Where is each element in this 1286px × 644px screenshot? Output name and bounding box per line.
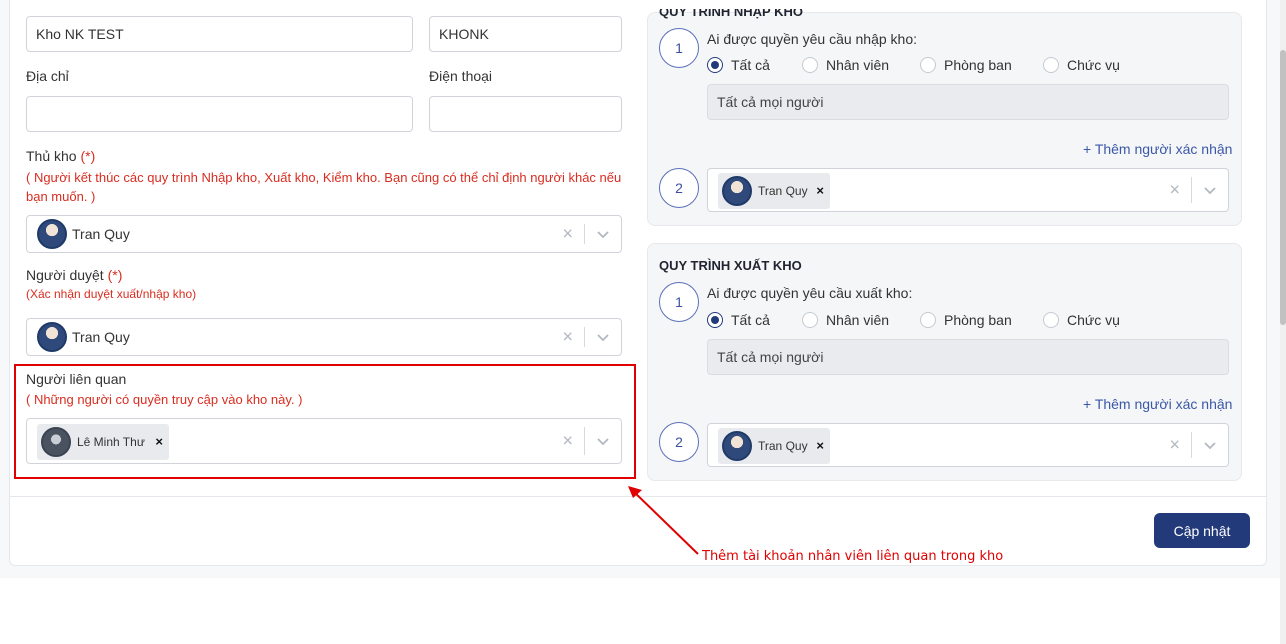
- import-step1-question: Ai được quyền yêu cầu nhập kho:: [707, 31, 918, 47]
- related-hint: ( Những người có quyền truy cập vào kho …: [26, 392, 303, 407]
- radio: [802, 312, 818, 328]
- option-label: Tất cả: [731, 312, 770, 328]
- close-icon[interactable]: ×: [562, 224, 573, 245]
- import-option-position[interactable]: Chức vụ: [1043, 57, 1120, 73]
- warehouse-name-input[interactable]: Kho NK TEST: [26, 16, 413, 52]
- phone-input[interactable]: [429, 96, 622, 132]
- import-confirmer-select[interactable]: Tran Quy × ×: [707, 168, 1229, 212]
- radio: [1043, 57, 1059, 73]
- radio: [920, 312, 936, 328]
- import-readonly-field: Tất cả mọi người: [707, 84, 1229, 120]
- update-button[interactable]: Cập nhật: [1154, 513, 1250, 548]
- export-step-2: 2: [659, 422, 699, 462]
- export-option-all[interactable]: Tất cả: [707, 312, 770, 328]
- chevron-down-icon[interactable]: [595, 226, 611, 242]
- keeper-hint: ( Người kết thúc các quy trình Nhập kho,…: [26, 170, 622, 204]
- export-readonly-field: Tất cả mọi người: [707, 339, 1229, 375]
- approver-label: Người duyệt (*): [26, 267, 122, 283]
- option-label: Tất cả: [731, 57, 770, 73]
- related-label: Người liên quan: [26, 371, 127, 387]
- page: Kho NK TEST KHONK Địa chỉ Điện thoại Thủ…: [0, 0, 1286, 644]
- annotation-text: Thêm tài khoản nhân viên liên quan trong…: [702, 549, 1004, 564]
- option-label: Nhân viên: [826, 312, 890, 328]
- select-separator: [1191, 177, 1192, 203]
- radio: [1043, 312, 1059, 328]
- export-confirmer-select[interactable]: Tran Quy × ×: [707, 423, 1229, 467]
- confirmer-tag: Tran Quy ×: [718, 428, 830, 464]
- import-option-all[interactable]: Tất cả: [707, 57, 770, 73]
- keeper-label-text: Thủ kho: [26, 148, 77, 164]
- scrollbar-thumb[interactable]: [1280, 50, 1286, 325]
- import-option-department[interactable]: Phòng ban: [920, 57, 1012, 73]
- option-label: Nhân viên: [826, 57, 890, 73]
- keeper-select[interactable]: Tran Quy ×: [26, 215, 622, 253]
- radio: [802, 57, 818, 73]
- import-step-1: 1: [659, 28, 699, 68]
- select-separator: [1191, 432, 1192, 458]
- radio-selected: [707, 57, 723, 73]
- export-step1-question: Ai được quyền yêu cầu xuất kho:: [707, 285, 913, 301]
- export-process-title: QUY TRÌNH XUẤT KHO: [659, 258, 802, 273]
- confirmer-name: Tran Quy: [758, 439, 808, 453]
- approver-selected-value: Tran Quy: [72, 329, 130, 345]
- avatar: [37, 322, 67, 352]
- avatar: [722, 176, 752, 206]
- chevron-down-icon[interactable]: [595, 433, 611, 449]
- address-label: Địa chỉ: [26, 68, 69, 84]
- export-step-1: 1: [659, 282, 699, 322]
- approver-required-mark: (*): [107, 267, 123, 283]
- close-icon[interactable]: ×: [1169, 180, 1180, 201]
- related-people-select[interactable]: Lê Minh Thư × ×: [26, 418, 622, 464]
- warehouse-name-value: Kho NK TEST: [36, 26, 124, 42]
- select-separator: [584, 327, 585, 347]
- option-label: Chức vụ: [1067, 57, 1120, 73]
- avatar: [722, 431, 752, 461]
- select-separator: [584, 224, 585, 244]
- close-icon[interactable]: ×: [816, 183, 824, 198]
- readonly-value: Tất cả mọi người: [717, 94, 824, 110]
- warehouse-code-value: KHONK: [439, 26, 489, 42]
- chevron-down-icon[interactable]: [1202, 437, 1218, 453]
- close-icon[interactable]: ×: [155, 434, 163, 449]
- avatar: [37, 219, 67, 249]
- export-add-confirmer-link[interactable]: + Thêm người xác nhận: [1083, 396, 1232, 412]
- keeper-selected-value: Tran Quy: [72, 226, 130, 242]
- confirmer-tag: Tran Quy ×: [718, 173, 830, 209]
- keeper-label: Thủ kho (*): [26, 148, 95, 164]
- radio: [920, 57, 936, 73]
- address-input[interactable]: [26, 96, 413, 132]
- option-label: Phòng ban: [944, 312, 1012, 328]
- page-scrollbar[interactable]: [1280, 0, 1286, 644]
- close-icon[interactable]: ×: [816, 438, 824, 453]
- option-label: Phòng ban: [944, 57, 1012, 73]
- readonly-value: Tất cả mọi người: [717, 349, 824, 365]
- export-option-position[interactable]: Chức vụ: [1043, 312, 1120, 328]
- approver-hint: (Xác nhận duyệt xuất/nhập kho): [26, 287, 197, 301]
- export-option-department[interactable]: Phòng ban: [920, 312, 1012, 328]
- keeper-required-mark: (*): [80, 148, 96, 164]
- import-option-employee[interactable]: Nhân viên: [802, 57, 889, 73]
- confirmer-name: Tran Quy: [758, 184, 808, 198]
- option-label: Chức vụ: [1067, 312, 1120, 328]
- related-person-tag: Lê Minh Thư ×: [37, 424, 169, 460]
- avatar: [41, 427, 71, 457]
- chevron-down-icon[interactable]: [1202, 182, 1218, 198]
- export-option-employee[interactable]: Nhân viên: [802, 312, 889, 328]
- import-add-confirmer-link[interactable]: + Thêm người xác nhận: [1083, 141, 1232, 157]
- import-step-2: 2: [659, 168, 699, 208]
- chevron-down-icon[interactable]: [595, 329, 611, 345]
- approver-select[interactable]: Tran Quy ×: [26, 318, 622, 356]
- close-icon[interactable]: ×: [562, 327, 573, 348]
- close-icon[interactable]: ×: [562, 431, 573, 452]
- related-person-name: Lê Minh Thư: [77, 435, 145, 449]
- phone-label: Điện thoại: [429, 68, 493, 84]
- warehouse-code-input[interactable]: KHONK: [429, 16, 622, 52]
- approver-label-text: Người duyệt: [26, 267, 104, 283]
- radio-selected: [707, 312, 723, 328]
- annotation-arrow-icon: [628, 486, 699, 555]
- close-icon[interactable]: ×: [1169, 435, 1180, 456]
- select-separator: [584, 427, 585, 455]
